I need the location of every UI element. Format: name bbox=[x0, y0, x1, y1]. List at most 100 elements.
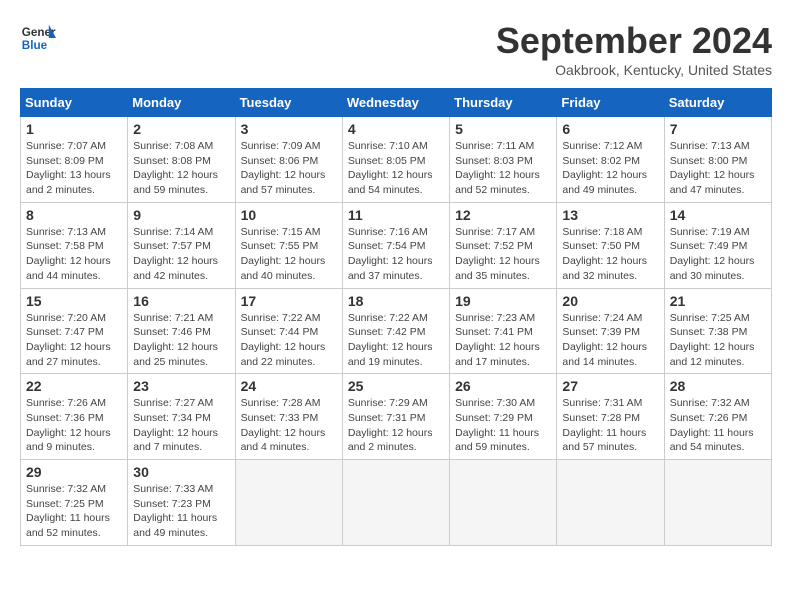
day-number: 10 bbox=[241, 207, 337, 223]
calendar-cell: 25 Sunrise: 7:29 AM Sunset: 7:31 PM Dayl… bbox=[342, 374, 449, 460]
day-number: 20 bbox=[562, 293, 658, 309]
day-number: 23 bbox=[133, 378, 229, 394]
header-tuesday: Tuesday bbox=[235, 89, 342, 117]
calendar-cell: 12 Sunrise: 7:17 AM Sunset: 7:52 PM Dayl… bbox=[450, 202, 557, 288]
calendar-row-1: 8 Sunrise: 7:13 AM Sunset: 7:58 PM Dayli… bbox=[21, 202, 772, 288]
calendar-cell: 16 Sunrise: 7:21 AM Sunset: 7:46 PM Dayl… bbox=[128, 288, 235, 374]
day-number: 13 bbox=[562, 207, 658, 223]
day-number: 30 bbox=[133, 464, 229, 480]
calendar-cell: 13 Sunrise: 7:18 AM Sunset: 7:50 PM Dayl… bbox=[557, 202, 664, 288]
calendar-cell: 29 Sunrise: 7:32 AM Sunset: 7:25 PM Dayl… bbox=[21, 460, 128, 546]
day-info: Sunrise: 7:16 AM Sunset: 7:54 PM Dayligh… bbox=[348, 225, 444, 284]
calendar-cell: 19 Sunrise: 7:23 AM Sunset: 7:41 PM Dayl… bbox=[450, 288, 557, 374]
calendar-cell: 20 Sunrise: 7:24 AM Sunset: 7:39 PM Dayl… bbox=[557, 288, 664, 374]
calendar-cell: 5 Sunrise: 7:11 AM Sunset: 8:03 PM Dayli… bbox=[450, 117, 557, 203]
day-info: Sunrise: 7:26 AM Sunset: 7:36 PM Dayligh… bbox=[26, 396, 122, 455]
day-number: 5 bbox=[455, 121, 551, 137]
day-info: Sunrise: 7:14 AM Sunset: 7:57 PM Dayligh… bbox=[133, 225, 229, 284]
day-info: Sunrise: 7:18 AM Sunset: 7:50 PM Dayligh… bbox=[562, 225, 658, 284]
header-sunday: Sunday bbox=[21, 89, 128, 117]
day-number: 21 bbox=[670, 293, 766, 309]
logo: General Blue bbox=[20, 20, 56, 56]
calendar-cell: 9 Sunrise: 7:14 AM Sunset: 7:57 PM Dayli… bbox=[128, 202, 235, 288]
header-thursday: Thursday bbox=[450, 89, 557, 117]
day-number: 25 bbox=[348, 378, 444, 394]
logo-icon: General Blue bbox=[20, 20, 56, 56]
calendar-cell: 10 Sunrise: 7:15 AM Sunset: 7:55 PM Dayl… bbox=[235, 202, 342, 288]
day-number: 26 bbox=[455, 378, 551, 394]
day-number: 17 bbox=[241, 293, 337, 309]
day-number: 9 bbox=[133, 207, 229, 223]
calendar-cell: 4 Sunrise: 7:10 AM Sunset: 8:05 PM Dayli… bbox=[342, 117, 449, 203]
weekday-header-row: Sunday Monday Tuesday Wednesday Thursday… bbox=[21, 89, 772, 117]
day-info: Sunrise: 7:28 AM Sunset: 7:33 PM Dayligh… bbox=[241, 396, 337, 455]
calendar-row-4: 29 Sunrise: 7:32 AM Sunset: 7:25 PM Dayl… bbox=[21, 460, 772, 546]
calendar-body: 1 Sunrise: 7:07 AM Sunset: 8:09 PM Dayli… bbox=[21, 117, 772, 546]
calendar-cell bbox=[342, 460, 449, 546]
calendar-cell: 15 Sunrise: 7:20 AM Sunset: 7:47 PM Dayl… bbox=[21, 288, 128, 374]
calendar-cell bbox=[557, 460, 664, 546]
day-number: 24 bbox=[241, 378, 337, 394]
day-info: Sunrise: 7:10 AM Sunset: 8:05 PM Dayligh… bbox=[348, 139, 444, 198]
day-info: Sunrise: 7:24 AM Sunset: 7:39 PM Dayligh… bbox=[562, 311, 658, 370]
day-number: 16 bbox=[133, 293, 229, 309]
header-saturday: Saturday bbox=[664, 89, 771, 117]
title-area: September 2024 Oakbrook, Kentucky, Unite… bbox=[496, 20, 772, 78]
calendar-cell: 27 Sunrise: 7:31 AM Sunset: 7:28 PM Dayl… bbox=[557, 374, 664, 460]
day-number: 11 bbox=[348, 207, 444, 223]
day-number: 27 bbox=[562, 378, 658, 394]
day-number: 22 bbox=[26, 378, 122, 394]
calendar-cell bbox=[235, 460, 342, 546]
calendar-cell: 30 Sunrise: 7:33 AM Sunset: 7:23 PM Dayl… bbox=[128, 460, 235, 546]
calendar-cell: 18 Sunrise: 7:22 AM Sunset: 7:42 PM Dayl… bbox=[342, 288, 449, 374]
day-number: 15 bbox=[26, 293, 122, 309]
day-number: 6 bbox=[562, 121, 658, 137]
day-info: Sunrise: 7:32 AM Sunset: 7:26 PM Dayligh… bbox=[670, 396, 766, 455]
day-info: Sunrise: 7:25 AM Sunset: 7:38 PM Dayligh… bbox=[670, 311, 766, 370]
calendar-cell: 22 Sunrise: 7:26 AM Sunset: 7:36 PM Dayl… bbox=[21, 374, 128, 460]
day-info: Sunrise: 7:17 AM Sunset: 7:52 PM Dayligh… bbox=[455, 225, 551, 284]
day-number: 19 bbox=[455, 293, 551, 309]
day-info: Sunrise: 7:22 AM Sunset: 7:44 PM Dayligh… bbox=[241, 311, 337, 370]
day-info: Sunrise: 7:12 AM Sunset: 8:02 PM Dayligh… bbox=[562, 139, 658, 198]
day-info: Sunrise: 7:11 AM Sunset: 8:03 PM Dayligh… bbox=[455, 139, 551, 198]
day-number: 14 bbox=[670, 207, 766, 223]
day-info: Sunrise: 7:27 AM Sunset: 7:34 PM Dayligh… bbox=[133, 396, 229, 455]
calendar-cell: 23 Sunrise: 7:27 AM Sunset: 7:34 PM Dayl… bbox=[128, 374, 235, 460]
calendar-cell: 11 Sunrise: 7:16 AM Sunset: 7:54 PM Dayl… bbox=[342, 202, 449, 288]
calendar-cell: 2 Sunrise: 7:08 AM Sunset: 8:08 PM Dayli… bbox=[128, 117, 235, 203]
day-number: 12 bbox=[455, 207, 551, 223]
calendar-row-3: 22 Sunrise: 7:26 AM Sunset: 7:36 PM Dayl… bbox=[21, 374, 772, 460]
day-info: Sunrise: 7:19 AM Sunset: 7:49 PM Dayligh… bbox=[670, 225, 766, 284]
header-monday: Monday bbox=[128, 89, 235, 117]
calendar-cell: 1 Sunrise: 7:07 AM Sunset: 8:09 PM Dayli… bbox=[21, 117, 128, 203]
day-info: Sunrise: 7:31 AM Sunset: 7:28 PM Dayligh… bbox=[562, 396, 658, 455]
calendar-cell: 24 Sunrise: 7:28 AM Sunset: 7:33 PM Dayl… bbox=[235, 374, 342, 460]
calendar-table: Sunday Monday Tuesday Wednesday Thursday… bbox=[20, 88, 772, 546]
calendar-cell: 7 Sunrise: 7:13 AM Sunset: 8:00 PM Dayli… bbox=[664, 117, 771, 203]
calendar-cell: 17 Sunrise: 7:22 AM Sunset: 7:44 PM Dayl… bbox=[235, 288, 342, 374]
day-number: 2 bbox=[133, 121, 229, 137]
day-info: Sunrise: 7:29 AM Sunset: 7:31 PM Dayligh… bbox=[348, 396, 444, 455]
day-info: Sunrise: 7:30 AM Sunset: 7:29 PM Dayligh… bbox=[455, 396, 551, 455]
day-number: 29 bbox=[26, 464, 122, 480]
calendar-cell bbox=[664, 460, 771, 546]
day-number: 3 bbox=[241, 121, 337, 137]
calendar-row-0: 1 Sunrise: 7:07 AM Sunset: 8:09 PM Dayli… bbox=[21, 117, 772, 203]
calendar-cell: 6 Sunrise: 7:12 AM Sunset: 8:02 PM Dayli… bbox=[557, 117, 664, 203]
day-number: 4 bbox=[348, 121, 444, 137]
calendar-cell: 14 Sunrise: 7:19 AM Sunset: 7:49 PM Dayl… bbox=[664, 202, 771, 288]
calendar-cell: 28 Sunrise: 7:32 AM Sunset: 7:26 PM Dayl… bbox=[664, 374, 771, 460]
day-number: 28 bbox=[670, 378, 766, 394]
day-info: Sunrise: 7:20 AM Sunset: 7:47 PM Dayligh… bbox=[26, 311, 122, 370]
day-number: 1 bbox=[26, 121, 122, 137]
calendar-cell: 8 Sunrise: 7:13 AM Sunset: 7:58 PM Dayli… bbox=[21, 202, 128, 288]
calendar-cell: 26 Sunrise: 7:30 AM Sunset: 7:29 PM Dayl… bbox=[450, 374, 557, 460]
header-friday: Friday bbox=[557, 89, 664, 117]
day-info: Sunrise: 7:13 AM Sunset: 8:00 PM Dayligh… bbox=[670, 139, 766, 198]
day-info: Sunrise: 7:07 AM Sunset: 8:09 PM Dayligh… bbox=[26, 139, 122, 198]
location-title: Oakbrook, Kentucky, United States bbox=[496, 62, 772, 78]
day-number: 8 bbox=[26, 207, 122, 223]
header-wednesday: Wednesday bbox=[342, 89, 449, 117]
day-info: Sunrise: 7:21 AM Sunset: 7:46 PM Dayligh… bbox=[133, 311, 229, 370]
